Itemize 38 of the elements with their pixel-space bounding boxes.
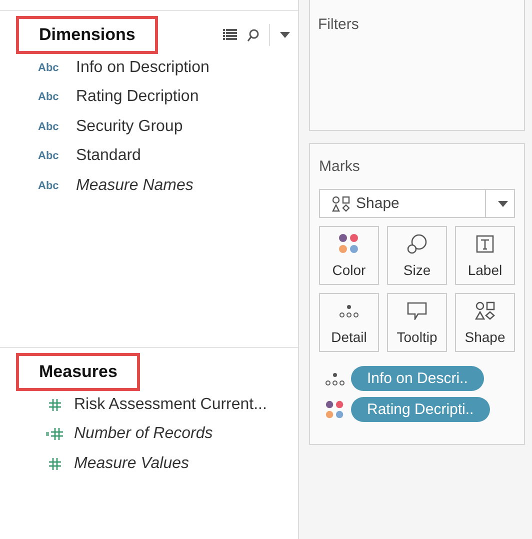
dropdown-caret-icon[interactable] [280, 32, 290, 38]
size-button[interactable]: Size [387, 226, 447, 285]
field-item[interactable]: Info on Description [76, 58, 210, 77]
string-type-label: Abc [38, 180, 60, 192]
filters-shelf[interactable]: Filters [309, 0, 525, 131]
field-item[interactable]: Rating Decription [76, 88, 199, 106]
shapes-icon [475, 301, 495, 321]
detail-dots-icon [339, 304, 359, 318]
label-button[interactable]: Label [455, 226, 515, 285]
section-title: Measures [16, 353, 140, 391]
string-type-label: Abc [38, 62, 60, 74]
field-item[interactable]: Measure Values [74, 454, 190, 473]
field-item[interactable]: Number of Records [74, 425, 213, 444]
tooltip-button[interactable]: Tooltip [387, 293, 447, 352]
string-type-label: Abc [38, 150, 60, 162]
color-dots-icon [325, 400, 345, 420]
text-label-icon [476, 235, 494, 253]
shape-button[interactable]: Shape [455, 293, 515, 352]
detail-button[interactable]: Detail [319, 293, 379, 352]
field-item[interactable]: Security Group [76, 118, 183, 136]
field-item[interactable]: Risk Assessment Current... [74, 396, 267, 414]
section-title: Dimensions [16, 16, 158, 54]
color-dots-icon [338, 233, 360, 255]
size-circles-icon [407, 234, 427, 254]
shelf-title: Marks [319, 158, 361, 175]
shelf-title: Filters [318, 16, 360, 33]
field-item[interactable]: Standard [76, 147, 141, 166]
search-icon[interactable] [247, 28, 259, 42]
detail-dots-icon [325, 372, 345, 386]
mark-type-dropdown[interactable]: Shape [319, 189, 515, 218]
string-type-label: Abc [38, 91, 60, 104]
color-button[interactable]: Color [319, 226, 379, 285]
speech-bubble-icon [407, 302, 427, 320]
dropdown-caret-icon [498, 200, 508, 206]
field-item[interactable]: Measure Names [76, 176, 194, 195]
shapes-icon [332, 196, 350, 212]
list-view-icon[interactable] [223, 29, 237, 41]
string-type-label: Abc [38, 120, 60, 133]
